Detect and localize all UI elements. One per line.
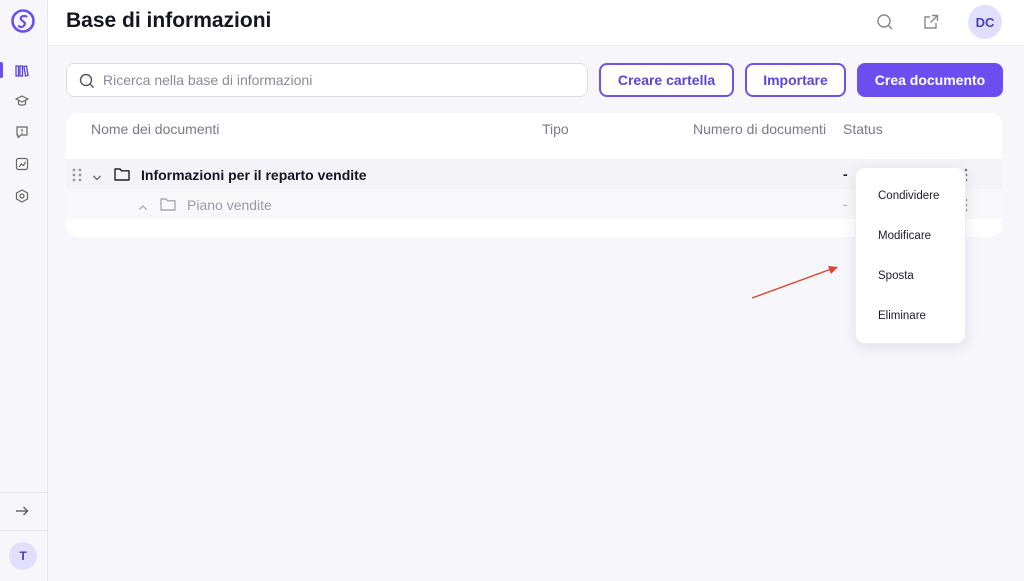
status-value: - (843, 166, 848, 182)
column-header-count[interactable]: Numero di documenti (693, 121, 826, 137)
graduation-cap-icon[interactable] (14, 93, 30, 109)
app-logo-icon[interactable] (10, 8, 36, 34)
create-folder-button[interactable]: Creare cartella (599, 63, 734, 97)
user-avatar[interactable]: T (9, 542, 37, 570)
sidebar-divider (0, 492, 48, 493)
annotation-arrow (751, 266, 838, 299)
drag-handle-icon[interactable] (72, 168, 82, 187)
document-name[interactable]: Informazioni per il reparto vendite (141, 167, 367, 183)
search-icon[interactable] (874, 11, 896, 33)
column-header-type[interactable]: Tipo (542, 121, 569, 137)
folder-icon (160, 197, 176, 216)
page-title: Base di informazioni (66, 9, 272, 32)
analytics-icon[interactable] (14, 156, 30, 172)
search-box[interactable] (66, 63, 588, 97)
import-button[interactable]: Importare (745, 63, 846, 97)
document-name[interactable]: Piano vendite (187, 197, 272, 213)
arrow-right-icon[interactable] (14, 503, 30, 519)
settings-hex-icon[interactable] (14, 188, 30, 204)
column-header-name[interactable]: Nome dei documenti (91, 121, 219, 137)
menu-item-move[interactable]: Sposta (878, 270, 914, 282)
column-header-status[interactable]: Status (843, 121, 883, 137)
chevron-down-icon[interactable] (92, 170, 102, 188)
sidebar: T (0, 0, 48, 581)
create-document-button[interactable]: Crea documento (857, 63, 1003, 97)
folder-icon (114, 167, 130, 186)
feedback-icon[interactable] (14, 124, 30, 140)
menu-item-share[interactable]: Condividere (878, 190, 939, 202)
active-indicator (0, 62, 3, 78)
context-menu: Condividere Modificare Sposta Eliminare (855, 167, 966, 344)
library-icon[interactable] (14, 63, 30, 79)
chevron-up-icon[interactable] (138, 200, 148, 218)
top-header: Base di informazioni DC (48, 0, 1024, 46)
search-icon (79, 73, 95, 94)
menu-item-delete[interactable]: Eliminare (878, 310, 926, 322)
external-link-icon[interactable] (920, 11, 942, 33)
status-value: - (843, 196, 848, 212)
user-avatar[interactable]: DC (968, 5, 1002, 39)
menu-item-edit[interactable]: Modificare (878, 230, 931, 242)
sidebar-divider (0, 530, 48, 531)
search-input[interactable] (103, 70, 573, 90)
